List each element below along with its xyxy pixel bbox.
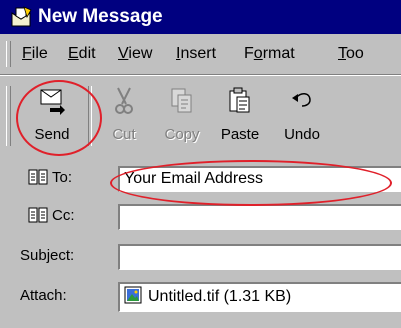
address-book-icon[interactable] <box>28 207 48 229</box>
toolbar-grip[interactable] <box>6 86 11 146</box>
menu-edit[interactable]: Edit <box>68 44 96 64</box>
toolbar-separator <box>88 86 92 146</box>
menu-tools[interactable]: Too <box>338 44 364 64</box>
new-message-window: New Message File Edit View Insert Format… <box>0 0 401 328</box>
address-book-icon[interactable] <box>28 169 48 191</box>
image-file-icon <box>124 286 142 313</box>
message-header-fields: To: Your Email Address Cc: Subject: Atta… <box>0 156 401 328</box>
paste-button[interactable]: Paste <box>210 82 270 152</box>
send-label: Send <box>34 126 70 143</box>
window-title: New Message <box>38 6 163 27</box>
menu-view[interactable]: View <box>118 44 152 64</box>
new-message-icon <box>10 6 32 28</box>
to-label[interactable]: To: <box>28 168 72 191</box>
cut-button[interactable]: Cut <box>94 82 154 152</box>
attach-label: Attach: <box>20 287 67 304</box>
menu-file[interactable]: File <box>22 44 48 64</box>
title-bar[interactable]: New Message <box>0 0 401 34</box>
cc-field[interactable] <box>118 204 401 230</box>
menu-bar-grip[interactable] <box>6 41 11 67</box>
subject-label: Subject: <box>20 247 75 264</box>
toolbar: Send Cut Copy Paste Undo <box>0 75 401 157</box>
clipboard-icon <box>229 87 250 113</box>
undo-label: Undo <box>284 126 320 143</box>
cut-label: Cut <box>112 126 136 143</box>
copy-icon <box>171 88 192 113</box>
scissors-icon <box>115 87 133 114</box>
to-field[interactable]: Your Email Address <box>118 166 401 192</box>
menu-insert[interactable]: Insert <box>176 44 216 64</box>
copy-button[interactable]: Copy <box>152 82 212 152</box>
menu-bar: File Edit View Insert Format Too <box>0 34 401 75</box>
send-button[interactable]: Send <box>22 82 82 152</box>
subject-field[interactable] <box>118 244 401 270</box>
attachment-name[interactable]: Untitled.tif (1.31 KB) <box>148 288 291 305</box>
menu-format[interactable]: Format <box>244 44 295 64</box>
paste-label: Paste <box>220 126 260 143</box>
copy-label: Copy <box>164 126 200 143</box>
undo-button[interactable]: Undo <box>272 82 332 152</box>
cc-label[interactable]: Cc: <box>28 206 75 229</box>
undo-icon <box>292 93 311 107</box>
attach-field[interactable]: Untitled.tif (1.31 KB) <box>118 282 401 312</box>
send-icon <box>40 89 65 115</box>
